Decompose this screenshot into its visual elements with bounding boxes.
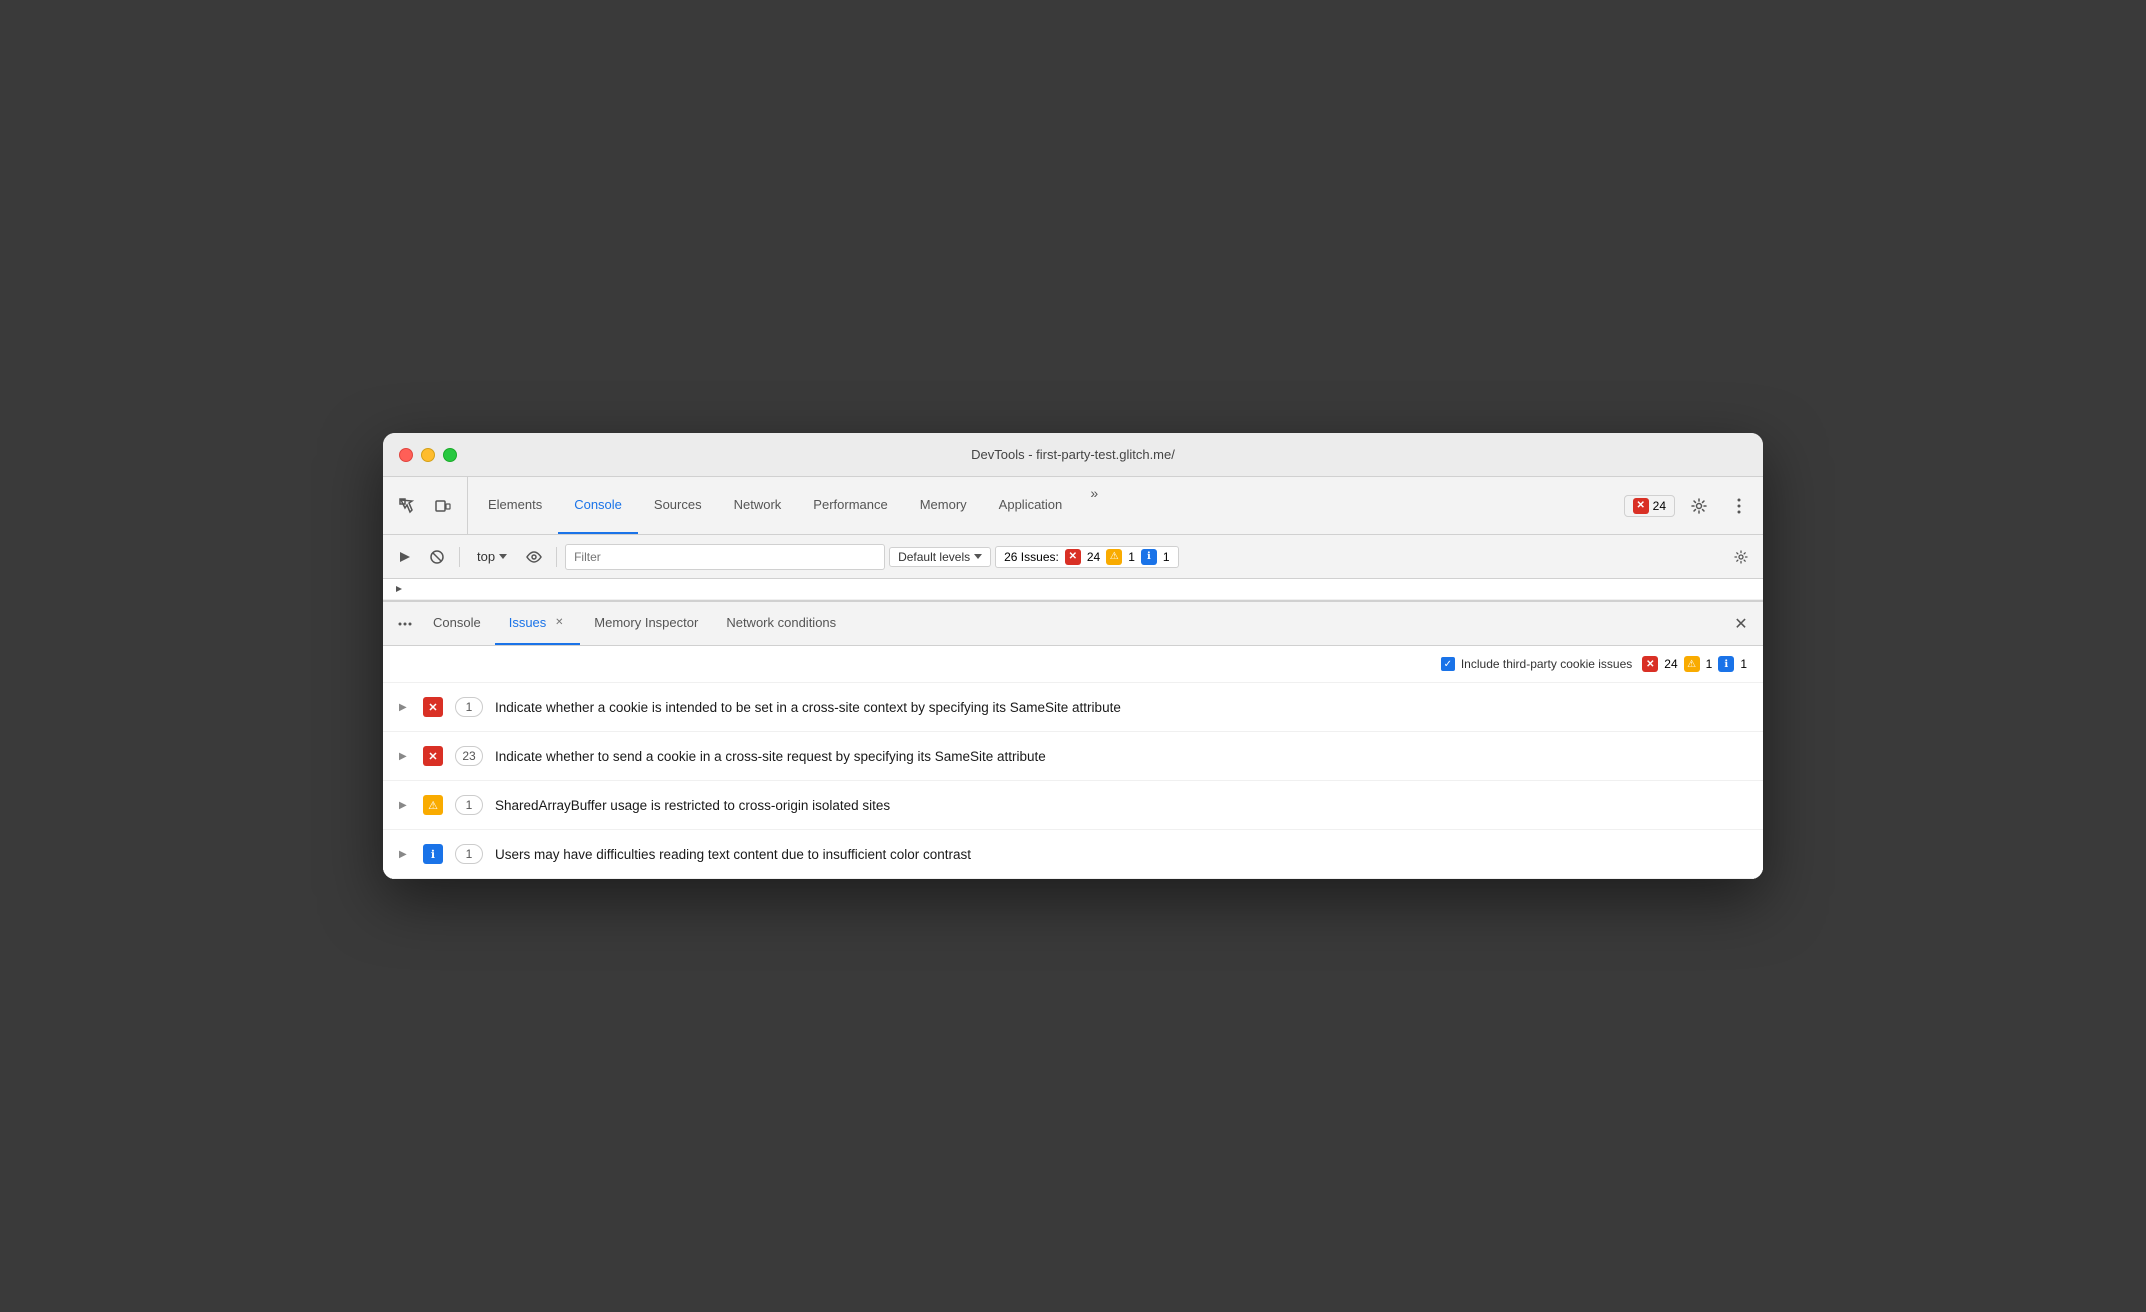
- issue-count-badge-2: 1: [455, 795, 483, 815]
- issue-row-2[interactable]: ▶ ⚠ 1 SharedArrayBuffer usage is restric…: [383, 781, 1763, 830]
- run-snippet-icon[interactable]: [391, 543, 419, 571]
- maximize-button[interactable]: [443, 448, 457, 462]
- tab-console[interactable]: Console: [558, 477, 638, 534]
- tab-elements[interactable]: Elements: [472, 477, 558, 534]
- issue-row-1[interactable]: ▶ ✕ 23 Indicate whether to send a cookie…: [383, 732, 1763, 781]
- issue-type-icon-2: ⚠: [423, 795, 443, 815]
- expand-arrow-icon-2: ▶: [399, 800, 411, 811]
- tab-sources[interactable]: Sources: [638, 477, 718, 534]
- expand-arrow-icon-1: ▶: [399, 751, 411, 762]
- issue-count-badge-1: 23: [455, 746, 483, 766]
- traffic-lights: [399, 448, 457, 462]
- issues-panel: ✓ Include third-party cookie issues ✕ 24…: [383, 646, 1763, 879]
- expand-arrow-icon-0: ▶: [399, 702, 411, 713]
- inspect-element-icon[interactable]: [391, 490, 423, 522]
- console-settings-icon[interactable]: [1727, 543, 1755, 571]
- toolbar-separator-2: [556, 547, 557, 567]
- issues-red-icon-toolbar: ✕: [1065, 549, 1081, 565]
- issues-yellow-count-icon: ⚠: [1684, 656, 1700, 672]
- settings-icon[interactable]: [1683, 490, 1715, 522]
- issues-toolbar-row: ✓ Include third-party cookie issues ✕ 24…: [383, 646, 1763, 683]
- issues-blue-icon-toolbar: ℹ: [1141, 549, 1157, 565]
- more-tabs-button[interactable]: »: [1078, 477, 1110, 509]
- issue-text-2: SharedArrayBuffer usage is restricted to…: [495, 798, 1747, 813]
- context-selector[interactable]: top: [468, 546, 516, 567]
- bottom-tab-console[interactable]: Console: [419, 602, 495, 645]
- close-bottom-panel-icon[interactable]: ✕: [1727, 610, 1755, 638]
- issues-blue-count-icon: ℹ: [1718, 656, 1734, 672]
- bottom-tab-issues[interactable]: Issues ✕: [495, 602, 581, 645]
- issue-type-icon-1: ✕: [423, 746, 443, 766]
- issue-type-icon-0: ✕: [423, 697, 443, 717]
- bottom-panel: Console Issues ✕ Memory Inspector Networ…: [383, 600, 1763, 879]
- nav-left-icons: [391, 477, 468, 534]
- tab-memory[interactable]: Memory: [904, 477, 983, 534]
- issue-count-badge-0: 1: [455, 697, 483, 717]
- issue-count-badge-3: 1: [455, 844, 483, 864]
- nav-right: ✕ 24: [1624, 477, 1755, 534]
- bottom-more-icon[interactable]: [391, 610, 419, 638]
- console-toolbar: top Default levels 26 Issues: ✕ 24 ⚠ 1: [383, 535, 1763, 579]
- tab-application[interactable]: Application: [983, 477, 1079, 534]
- issues-count-toolbar[interactable]: 26 Issues: ✕ 24 ⚠ 1 ℹ 1: [995, 546, 1178, 568]
- bottom-tab-memory-inspector[interactable]: Memory Inspector: [580, 602, 712, 645]
- issues-badge-nav[interactable]: ✕ 24: [1624, 495, 1675, 517]
- device-toolbar-icon[interactable]: [427, 490, 459, 522]
- toolbar-separator-1: [459, 547, 460, 567]
- clear-console-icon[interactable]: [423, 543, 451, 571]
- more-options-icon[interactable]: [1723, 490, 1755, 522]
- checkbox-icon: ✓: [1441, 657, 1455, 671]
- bottom-tabs-bar: Console Issues ✕ Memory Inspector Networ…: [383, 602, 1763, 646]
- console-expand-row[interactable]: [383, 579, 1763, 600]
- title-bar: DevTools - first-party-test.glitch.me/: [383, 433, 1763, 477]
- devtools-body: Elements Console Sources Network Perform…: [383, 477, 1763, 879]
- issues-yellow-icon-toolbar: ⚠: [1106, 549, 1122, 565]
- issue-row-3[interactable]: ▶ ℹ 1 Users may have difficulties readin…: [383, 830, 1763, 879]
- issue-text-3: Users may have difficulties reading text…: [495, 847, 1747, 862]
- window-title: DevTools - first-party-test.glitch.me/: [971, 447, 1175, 462]
- minimize-button[interactable]: [421, 448, 435, 462]
- issue-type-icon-3: ℹ: [423, 844, 443, 864]
- issues-red-icon: ✕: [1633, 498, 1649, 514]
- filter-input[interactable]: [565, 544, 885, 570]
- issues-red-count-icon: ✕: [1642, 656, 1658, 672]
- close-button[interactable]: [399, 448, 413, 462]
- tab-performance[interactable]: Performance: [797, 477, 903, 534]
- tab-network[interactable]: Network: [718, 477, 798, 534]
- console-content: Console Issues ✕ Memory Inspector Networ…: [383, 579, 1763, 879]
- log-levels-selector[interactable]: Default levels: [889, 547, 991, 567]
- bottom-tab-network-conditions[interactable]: Network conditions: [712, 602, 850, 645]
- expand-arrow-icon-3: ▶: [399, 849, 411, 860]
- issue-row-0[interactable]: ▶ ✕ 1 Indicate whether a cookie is inten…: [383, 683, 1763, 732]
- issue-text-1: Indicate whether to send a cookie in a c…: [495, 749, 1747, 764]
- issues-tab-close-icon[interactable]: ✕: [552, 616, 566, 630]
- include-third-party-checkbox[interactable]: ✓ Include third-party cookie issues: [1441, 657, 1632, 671]
- issues-counts: ✕ 24 ⚠ 1 ℹ 1: [1642, 656, 1747, 672]
- devtools-window: DevTools - first-party-test.glitch.me/: [383, 433, 1763, 879]
- nav-tabs-bar: Elements Console Sources Network Perform…: [383, 477, 1763, 535]
- issue-text-0: Indicate whether a cookie is intended to…: [495, 700, 1747, 715]
- live-expressions-icon[interactable]: [520, 543, 548, 571]
